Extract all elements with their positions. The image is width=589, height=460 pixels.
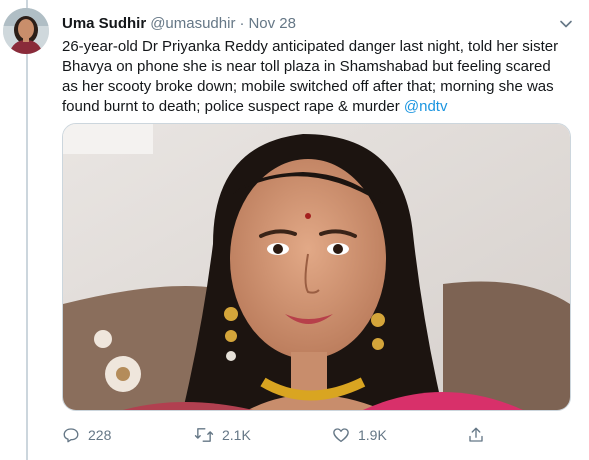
share-icon [467,426,485,444]
separator-dot: · [239,15,245,32]
tweet-time[interactable]: Nov 28 [248,15,296,32]
tweet-body: 26-year-old Dr Priyanka Reddy anticipate… [62,38,559,115]
tweet[interactable]: Uma Sudhir @umasudhir · Nov 28 26-year-old … [0,0,589,460]
author-handle[interactable]: @umasudhir [150,15,235,32]
photo-image [63,124,570,410]
like-count: 1.9K [358,427,387,443]
heart-icon [332,426,350,444]
tweet-actions: 228 2.1K 1.9K [62,424,562,448]
like-button[interactable]: 1.9K [332,424,387,446]
tweet-text: 26-year-old Dr Priyanka Reddy anticipate… [62,37,567,117]
mention-link[interactable]: @ndtv [404,98,448,115]
share-button[interactable] [467,424,485,446]
retweet-button[interactable]: 2.1K [194,424,251,446]
reply-icon [62,426,80,444]
avatar[interactable] [3,8,49,54]
reply-button[interactable]: 228 [62,424,111,446]
author-name[interactable]: Uma Sudhir [62,15,146,32]
reply-count: 228 [88,427,112,443]
tweet-header: Uma Sudhir @umasudhir · Nov 28 [62,14,296,34]
thread-line [26,0,28,460]
retweet-icon [194,426,214,444]
retweet-count: 2.1K [222,427,251,443]
chevron-down-icon[interactable] [556,14,576,34]
tweet-photo[interactable] [62,123,571,411]
